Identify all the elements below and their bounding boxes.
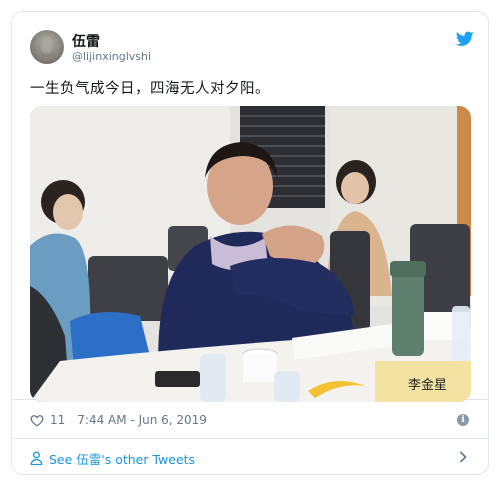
tweet-photo[interactable]: 李金星 (30, 106, 471, 402)
author-handle[interactable]: @lijinxinglvshi (72, 50, 151, 63)
tweet-timestamp[interactable]: 7:44 AM - Jun 6, 2019 (77, 413, 207, 427)
like-count: 11 (50, 413, 66, 427)
chevron-right-icon[interactable] (459, 451, 467, 463)
see-other-tweets-label: See 伍雷's other Tweets (49, 451, 196, 467)
heart-icon[interactable] (30, 414, 44, 427)
tweet-stats: 11 7:44 AM - Jun 6, 2019 (30, 411, 207, 429)
nameplate-text: 李金星 (408, 377, 447, 393)
person-icon (30, 451, 43, 465)
author-display-name[interactable]: 伍雷 (72, 31, 100, 51)
tweet-text: 一生负气成今日，四海无人对夕阳。 (30, 81, 270, 97)
twitter-bird-icon[interactable] (456, 31, 474, 47)
author-avatar[interactable] (30, 30, 64, 64)
see-other-tweets-link[interactable]: See 伍雷's other Tweets (30, 449, 195, 467)
footer-divider (11, 438, 489, 439)
info-icon[interactable]: i (457, 414, 469, 426)
